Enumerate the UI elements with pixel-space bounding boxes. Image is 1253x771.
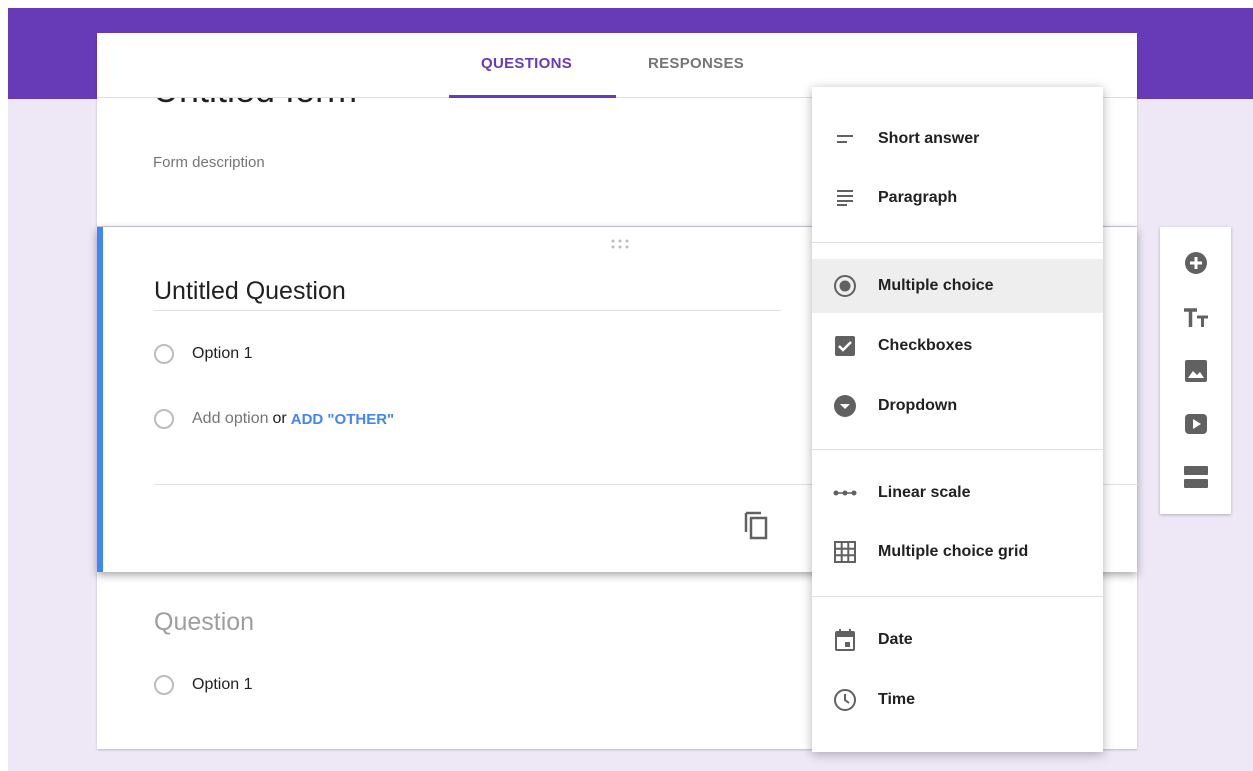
tab-questions[interactable]: QUESTIONS — [481, 55, 572, 72]
question-type-menu: Short answer Paragraph Multiple choice C… — [812, 87, 1103, 752]
or-text: or — [272, 410, 287, 427]
menu-item-label: Checkboxes — [878, 337, 973, 354]
form-description-field[interactable]: Form description — [153, 154, 265, 171]
window-left-edge — [0, 8, 8, 771]
drag-handle-icon[interactable] — [611, 236, 629, 252]
linear-scale-icon — [832, 480, 858, 506]
menu-item-paragraph[interactable]: Paragraph — [812, 171, 1103, 225]
radio-icon — [154, 675, 174, 695]
tab-responses[interactable]: RESPONSES — [648, 55, 744, 72]
grid-icon — [832, 539, 858, 565]
calendar-icon — [832, 627, 858, 653]
menu-item-date[interactable]: Date — [812, 613, 1103, 667]
option-row[interactable]: Option 1 — [154, 344, 252, 364]
menu-item-multiple-choice-grid[interactable]: Multiple choice grid — [812, 525, 1103, 579]
menu-divider — [812, 449, 1103, 450]
section-icon[interactable] — [1183, 464, 1209, 490]
add-question-icon[interactable] — [1183, 250, 1209, 276]
duplicate-icon[interactable] — [743, 510, 769, 545]
menu-item-time[interactable]: Time — [812, 673, 1103, 727]
menu-divider — [812, 596, 1103, 597]
menu-item-label: Short answer — [878, 130, 980, 147]
clock-icon — [832, 687, 858, 713]
menu-item-label: Multiple choice grid — [878, 543, 1029, 560]
menu-item-checkboxes[interactable]: Checkboxes — [812, 319, 1103, 373]
add-option-row: Add option or ADD "OTHER" — [154, 409, 394, 429]
option-label[interactable]: Option 1 — [192, 345, 252, 363]
add-other-button[interactable]: ADD "OTHER" — [291, 411, 394, 428]
video-icon[interactable] — [1183, 411, 1209, 437]
radio-button-icon — [832, 273, 858, 299]
image-icon[interactable] — [1183, 358, 1209, 384]
radio-icon — [154, 344, 174, 364]
question-title-input[interactable]: Untitled Question — [154, 277, 781, 311]
menu-item-linear-scale[interactable]: Linear scale — [812, 466, 1103, 520]
menu-item-label: Dropdown — [878, 397, 958, 414]
window-top-edge — [0, 0, 1253, 8]
side-toolbar — [1160, 227, 1231, 514]
add-option-button[interactable]: Add option — [192, 410, 269, 428]
menu-divider — [812, 242, 1103, 243]
menu-item-label: Multiple choice — [878, 277, 994, 294]
question-title-placeholder[interactable]: Question — [154, 608, 254, 637]
menu-item-short-answer[interactable]: Short answer — [812, 112, 1103, 166]
paragraph-icon — [832, 185, 858, 211]
dropdown-icon — [832, 393, 858, 419]
menu-item-label: Paragraph — [878, 189, 958, 206]
menu-item-multiple-choice[interactable]: Multiple choice — [812, 259, 1103, 313]
active-tab-indicator — [449, 95, 616, 98]
radio-icon — [154, 409, 174, 429]
menu-item-label: Date — [878, 631, 913, 648]
menu-item-label: Linear scale — [878, 484, 971, 501]
menu-item-label: Time — [878, 691, 916, 708]
menu-item-dropdown[interactable]: Dropdown — [812, 379, 1103, 433]
option-label[interactable]: Option 1 — [192, 676, 252, 694]
option-row[interactable]: Option 1 — [154, 675, 252, 695]
checkbox-icon — [832, 333, 858, 359]
short-answer-icon — [832, 126, 858, 152]
title-text-icon[interactable] — [1183, 305, 1209, 331]
